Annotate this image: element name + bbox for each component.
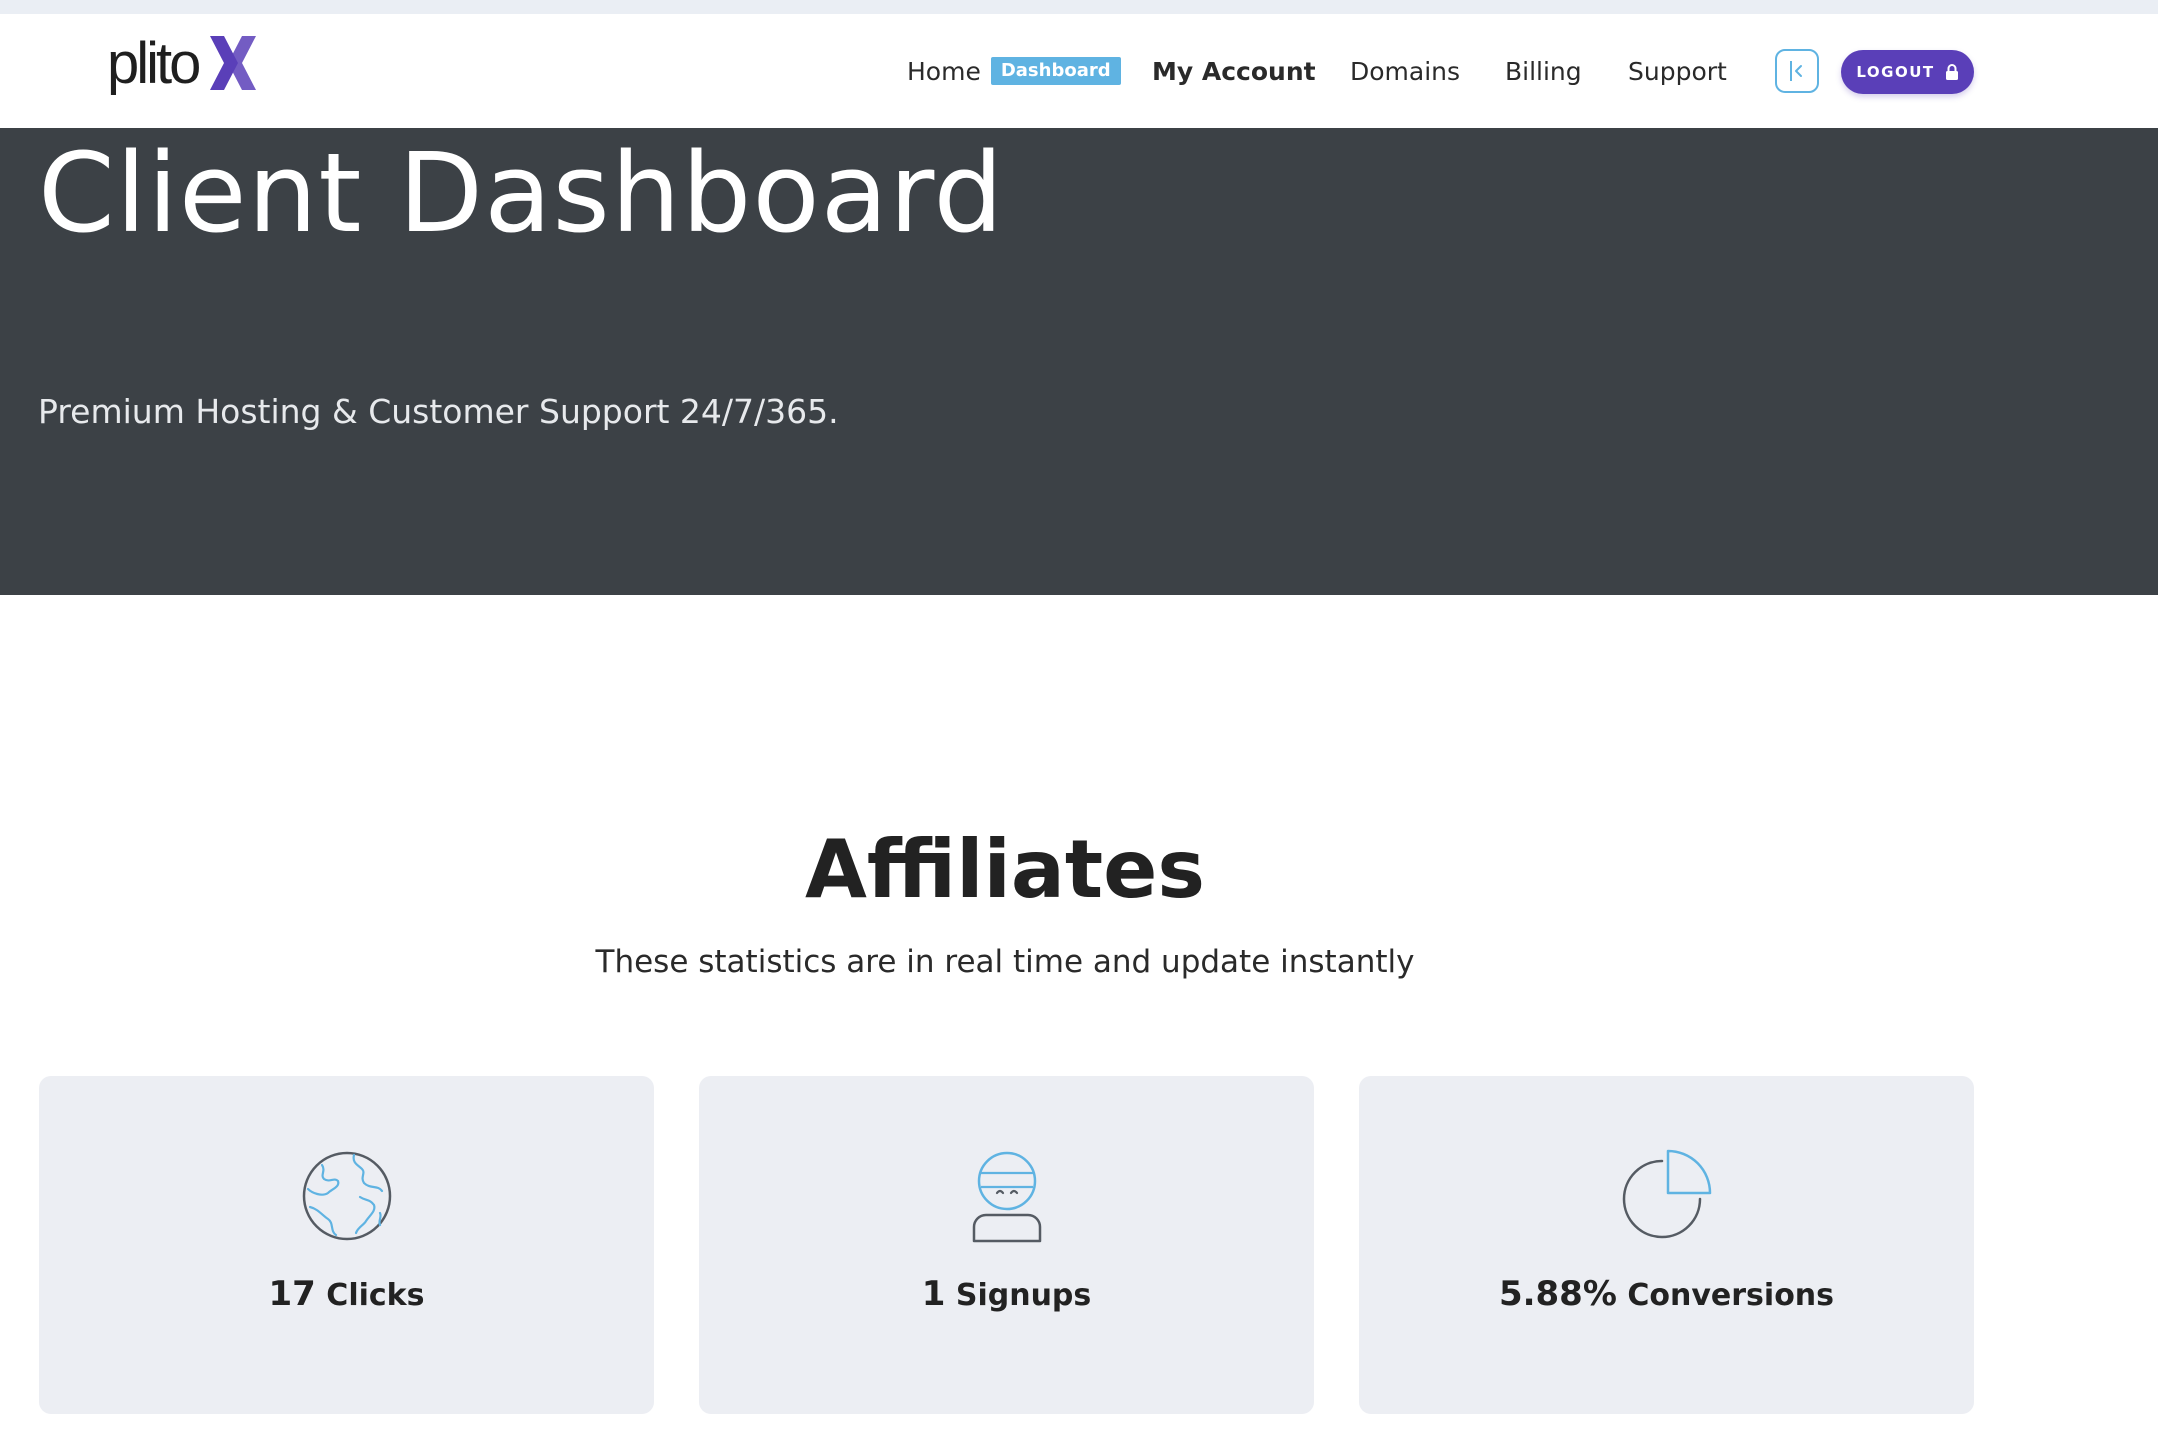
page-title: Client Dashboard bbox=[38, 129, 1005, 257]
sidebar-toggle-button[interactable] bbox=[1775, 49, 1819, 93]
nav-domains[interactable]: Domains bbox=[1350, 14, 1460, 128]
stat-conversions-value: 5.88% bbox=[1498, 1274, 1617, 1314]
logout-button[interactable]: LOGOUT bbox=[1841, 50, 1974, 94]
collapse-sidebar-icon bbox=[1790, 61, 1802, 81]
stat-clicks-label: Clicks bbox=[326, 1278, 425, 1313]
top-strip bbox=[0, 0, 2158, 14]
globe-icon bbox=[302, 1151, 391, 1241]
stat-conversions-label: Conversions bbox=[1627, 1278, 1835, 1313]
affiliates-subtitle: These statistics are in real time and up… bbox=[595, 944, 1415, 980]
stat-clicks-value: 17 bbox=[268, 1274, 316, 1314]
stat-card-signups: 1 Signups bbox=[699, 1076, 1314, 1414]
affiliates-heading: Affiliates bbox=[804, 823, 1206, 916]
logout-label: LOGOUT bbox=[1856, 63, 1935, 81]
main-nav: Home Dashboard My Account Domains Billin… bbox=[0, 14, 2158, 128]
stat-card-clicks: 17 Clicks bbox=[39, 1076, 654, 1414]
dashboard-badge: Dashboard bbox=[990, 57, 1121, 85]
stat-clicks: 17 Clicks bbox=[39, 1274, 654, 1314]
stat-signups-value: 1 bbox=[921, 1274, 946, 1314]
stat-signups-label: Signups bbox=[955, 1278, 1092, 1313]
page-subtitle: Premium Hosting & Customer Support 24/7/… bbox=[38, 392, 839, 431]
nav-home-label: Home bbox=[907, 56, 981, 86]
stat-conversions: 5.88% Conversions bbox=[1359, 1274, 1974, 1314]
pie-chart-icon bbox=[1622, 1149, 1711, 1239]
stat-card-conversions: 5.88% Conversions bbox=[1359, 1076, 1974, 1414]
lock-icon bbox=[1945, 64, 1958, 80]
nav-my-account[interactable]: My Account bbox=[1152, 14, 1316, 128]
user-icon bbox=[972, 1151, 1041, 1243]
nav-billing[interactable]: Billing bbox=[1505, 14, 1582, 128]
nav-support[interactable]: Support bbox=[1628, 14, 1727, 128]
nav-home[interactable]: Home Dashboard bbox=[907, 14, 1121, 128]
stat-signups: 1 Signups bbox=[699, 1274, 1314, 1314]
